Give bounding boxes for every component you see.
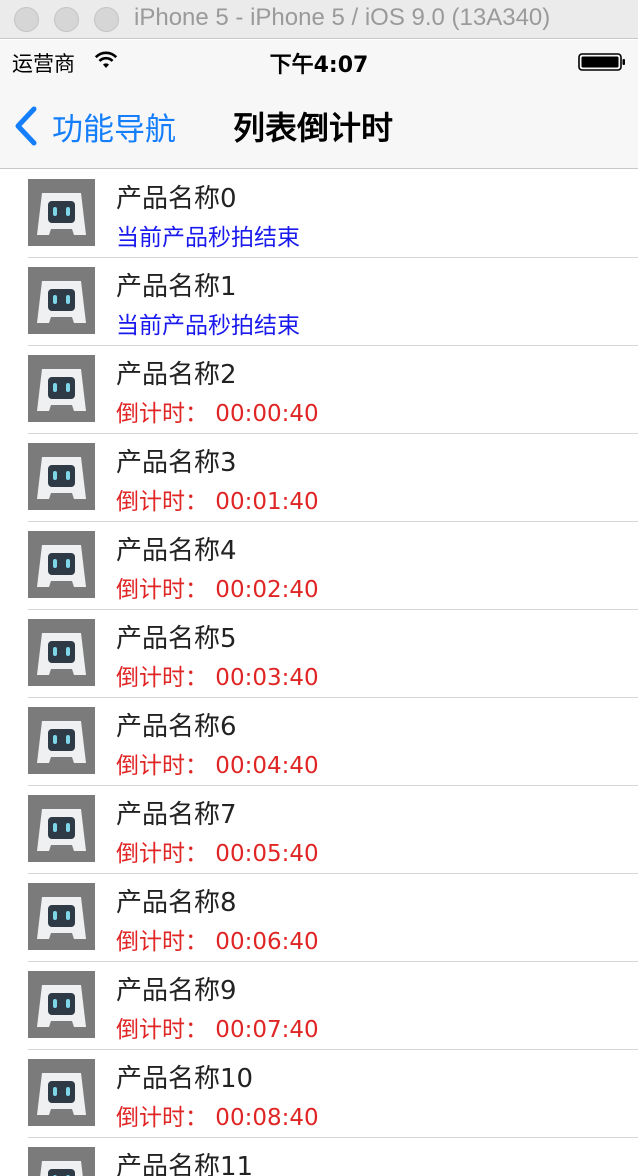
cordova-robot-icon [28, 1147, 95, 1176]
product-name: 产品名称11 [116, 1152, 254, 1176]
cordova-robot-icon [28, 1059, 95, 1126]
product-name: 产品名称2 [116, 360, 237, 390]
list-item[interactable]: 产品名称2 倒计时： 00:00:40 [0, 346, 638, 434]
cordova-robot-icon [28, 707, 95, 774]
cordova-robot-icon [28, 355, 95, 422]
cordova-robot-icon [28, 619, 95, 686]
product-status: 倒计时： 00:02:40 [116, 577, 319, 603]
product-name: 产品名称7 [116, 800, 237, 830]
list-item[interactable]: 产品名称5 倒计时： 00:03:40 [0, 610, 638, 698]
product-status: 倒计时： 00:08:40 [116, 1105, 319, 1131]
list-item[interactable]: 产品名称1 当前产品秒拍结束 [0, 258, 638, 346]
product-status: 倒计时： 00:03:40 [116, 665, 319, 691]
list-item[interactable]: 产品名称3 倒计时： 00:01:40 [0, 434, 638, 522]
cordova-robot-icon [28, 179, 95, 246]
cordova-robot-icon [28, 971, 95, 1038]
product-name: 产品名称8 [116, 888, 237, 918]
product-name: 产品名称4 [116, 536, 237, 566]
product-name: 产品名称1 [116, 272, 237, 302]
product-status: 倒计时： 00:06:40 [116, 929, 319, 955]
list-item[interactable]: 产品名称8 倒计时： 00:06:40 [0, 874, 638, 962]
zoom-window-button[interactable] [94, 7, 119, 32]
cordova-robot-icon [28, 531, 95, 598]
close-window-button[interactable] [14, 7, 39, 32]
list-item[interactable]: 产品名称4 倒计时： 00:02:40 [0, 522, 638, 610]
product-status: 倒计时： 00:04:40 [116, 753, 319, 779]
cordova-robot-icon [28, 795, 95, 862]
back-button[interactable]: 功能导航 [12, 104, 176, 148]
product-name: 产品名称6 [116, 712, 237, 742]
product-name: 产品名称0 [116, 184, 237, 214]
simulator-title-bar: iPhone 5 - iPhone 5 / iOS 9.0 (13A340) [0, 0, 638, 39]
product-name: 产品名称10 [116, 1064, 254, 1094]
product-name: 产品名称5 [116, 624, 237, 654]
list-item[interactable]: 产品名称6 倒计时： 00:04:40 [0, 698, 638, 786]
back-button-label: 功能导航 [52, 111, 176, 148]
product-status: 当前产品秒拍结束 [116, 225, 300, 251]
back-chevron-icon [15, 106, 37, 146]
list-item[interactable]: 产品名称9 倒计时： 00:07:40 [0, 962, 638, 1050]
list-item[interactable]: 产品名称7 倒计时： 00:05:40 [0, 786, 638, 874]
list-item[interactable]: 产品名称0 当前产品秒拍结束 [0, 170, 638, 258]
cordova-robot-icon [28, 883, 95, 950]
status-time: 下午4:07 [269, 53, 369, 78]
window-title: iPhone 5 - iPhone 5 / iOS 9.0 (13A340) [134, 4, 551, 31]
page-title: 列表倒计时 [233, 109, 394, 147]
battery-icon [578, 53, 625, 71]
product-list[interactable]: 产品名称0 当前产品秒拍结束 产品名称1 当前产品秒拍结束 产品名称2 倒计时：… [0, 170, 638, 1176]
product-name: 产品名称9 [116, 976, 237, 1006]
list-item[interactable]: 产品名称10 倒计时： 00:08:40 [0, 1050, 638, 1138]
list-item[interactable]: 产品名称11 [0, 1138, 638, 1176]
product-status: 倒计时： 00:07:40 [116, 1017, 319, 1043]
product-status: 当前产品秒拍结束 [116, 313, 300, 339]
cordova-robot-icon [28, 267, 95, 334]
product-status: 倒计时： 00:01:40 [116, 489, 319, 515]
product-name: 产品名称3 [116, 448, 237, 478]
product-status: 倒计时： 00:05:40 [116, 841, 319, 867]
product-status: 倒计时： 00:00:40 [116, 401, 319, 427]
cordova-robot-icon [28, 443, 95, 510]
minimize-window-button[interactable] [54, 7, 79, 32]
